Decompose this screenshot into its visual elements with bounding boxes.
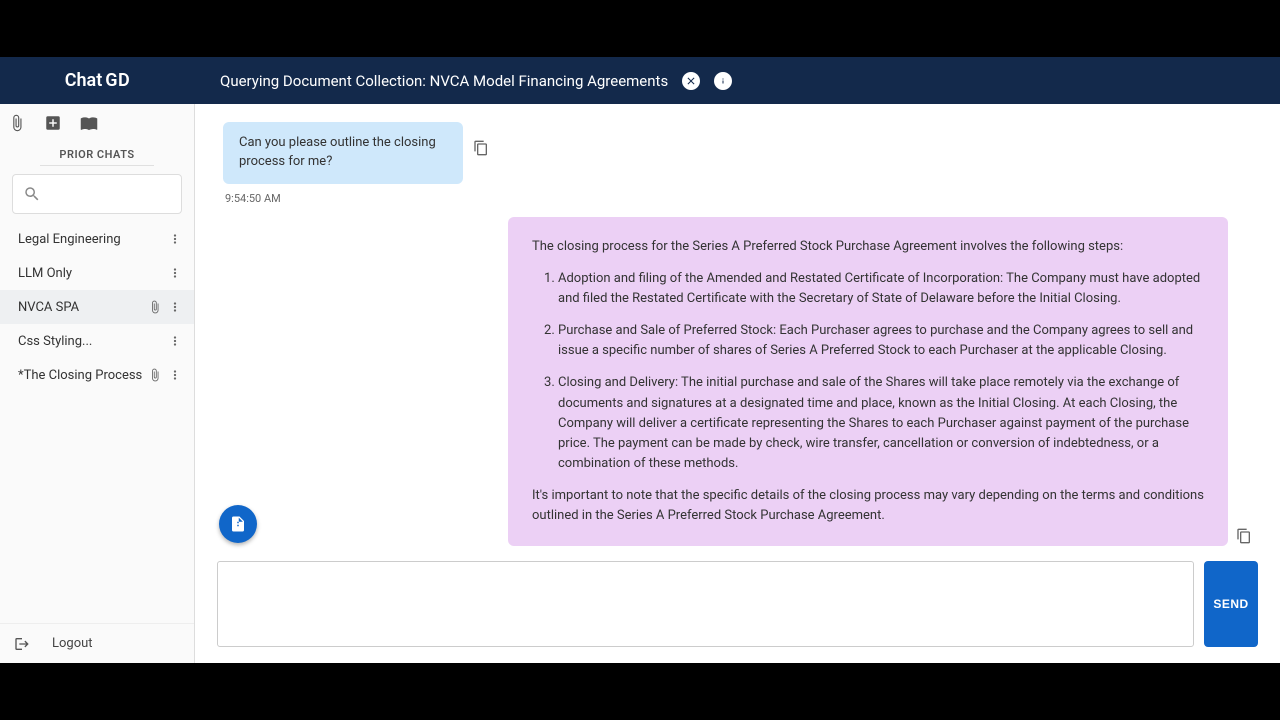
assistant-step: Adoption and filing of the Amended and R… (558, 269, 1204, 309)
library-button[interactable] (80, 114, 98, 132)
more-vert-icon (168, 232, 182, 246)
close-collection-button[interactable] (682, 72, 700, 90)
user-message-bubble: Can you please outline the closing proce… (223, 122, 463, 184)
logout-icon (14, 636, 30, 652)
document-icon (229, 515, 247, 533)
sidebar-item-nvca-spa[interactable]: NVCA SPA (0, 290, 194, 324)
copy-icon (473, 140, 489, 156)
divider (40, 165, 154, 166)
assistant-step: Purchase and Sale of Preferred Stock: Ea… (558, 321, 1204, 361)
page-title: Querying Document Collection: NVCA Model… (220, 72, 668, 90)
sidebar-item-legal-engineering[interactable]: Legal Engineering (0, 222, 194, 256)
header-title-row: Querying Document Collection: NVCA Model… (195, 72, 1280, 90)
more-button[interactable] (166, 266, 184, 280)
user-message-text: Can you please outline the closing proce… (239, 135, 436, 169)
copy-assistant-message-button[interactable] (1236, 528, 1252, 544)
new-chat-button[interactable] (44, 114, 62, 132)
sidebar-item-llm-only[interactable]: LLM Only (0, 256, 194, 290)
assistant-step: Closing and Delivery: The initial purcha… (558, 373, 1204, 474)
search-input[interactable] (12, 174, 182, 214)
paperclip-icon (8, 114, 26, 132)
attachment-icon (148, 368, 162, 382)
info-button[interactable] (714, 72, 732, 90)
close-icon (685, 75, 697, 87)
logout-button[interactable]: Logout (0, 623, 194, 663)
assistant-outro: It's important to note that the specific… (532, 486, 1204, 526)
sidebar-item-css-styling[interactable]: Css Styling... (0, 324, 194, 358)
copy-icon (1236, 528, 1252, 544)
user-message-row: Can you please outline the closing proce… (223, 122, 1252, 184)
document-fab-button[interactable] (219, 505, 257, 543)
message-input[interactable] (217, 561, 1194, 647)
chat-list: Legal Engineering LLM Only NVCA SPA Css … (0, 222, 194, 623)
more-button[interactable] (166, 334, 184, 348)
assistant-message-bubble: The closing process for the Series A Pre… (508, 217, 1228, 547)
more-button[interactable] (166, 232, 184, 246)
logout-label: Logout (52, 636, 93, 651)
copy-user-message-button[interactable] (473, 140, 489, 156)
main-panel: Can you please outline the closing proce… (195, 104, 1280, 663)
assistant-message-row: The closing process for the Series A Pre… (223, 217, 1252, 547)
sidebar: PRIOR CHATS Legal Engineering LLM Only N… (0, 104, 195, 663)
assistant-steps-list: Adoption and filing of the Amended and R… (532, 269, 1204, 474)
sidebar-item-closing-process[interactable]: *The Closing Process (0, 358, 194, 392)
more-button[interactable] (166, 368, 184, 382)
app-header: Chat GD Querying Document Collection: NV… (0, 57, 1280, 104)
app-body: PRIOR CHATS Legal Engineering LLM Only N… (0, 104, 1280, 663)
search-icon (23, 185, 41, 203)
more-button[interactable] (166, 300, 184, 314)
more-vert-icon (168, 368, 182, 382)
logo-suffix: GD (105, 70, 130, 91)
sidebar-toolbar (0, 104, 194, 142)
attachment-icon (148, 300, 162, 314)
assistant-intro: The closing process for the Series A Pre… (532, 237, 1204, 257)
send-button[interactable]: SEND (1204, 561, 1258, 647)
more-vert-icon (168, 266, 182, 280)
search-wrap (0, 174, 194, 222)
logo-text: Chat (65, 70, 103, 91)
attach-button[interactable] (8, 114, 26, 132)
info-icon (717, 75, 729, 87)
app-logo: Chat GD (0, 70, 195, 91)
prior-chats-label: PRIOR CHATS (0, 142, 194, 165)
compose-row: SEND (195, 549, 1280, 663)
book-open-icon (80, 114, 98, 132)
more-vert-icon (168, 334, 182, 348)
chat-scroll[interactable]: Can you please outline the closing proce… (195, 104, 1280, 549)
more-vert-icon (168, 300, 182, 314)
plus-box-icon (44, 114, 62, 132)
app-window: Chat GD Querying Document Collection: NV… (0, 57, 1280, 663)
user-message-timestamp: 9:54:50 AM (225, 192, 1252, 205)
